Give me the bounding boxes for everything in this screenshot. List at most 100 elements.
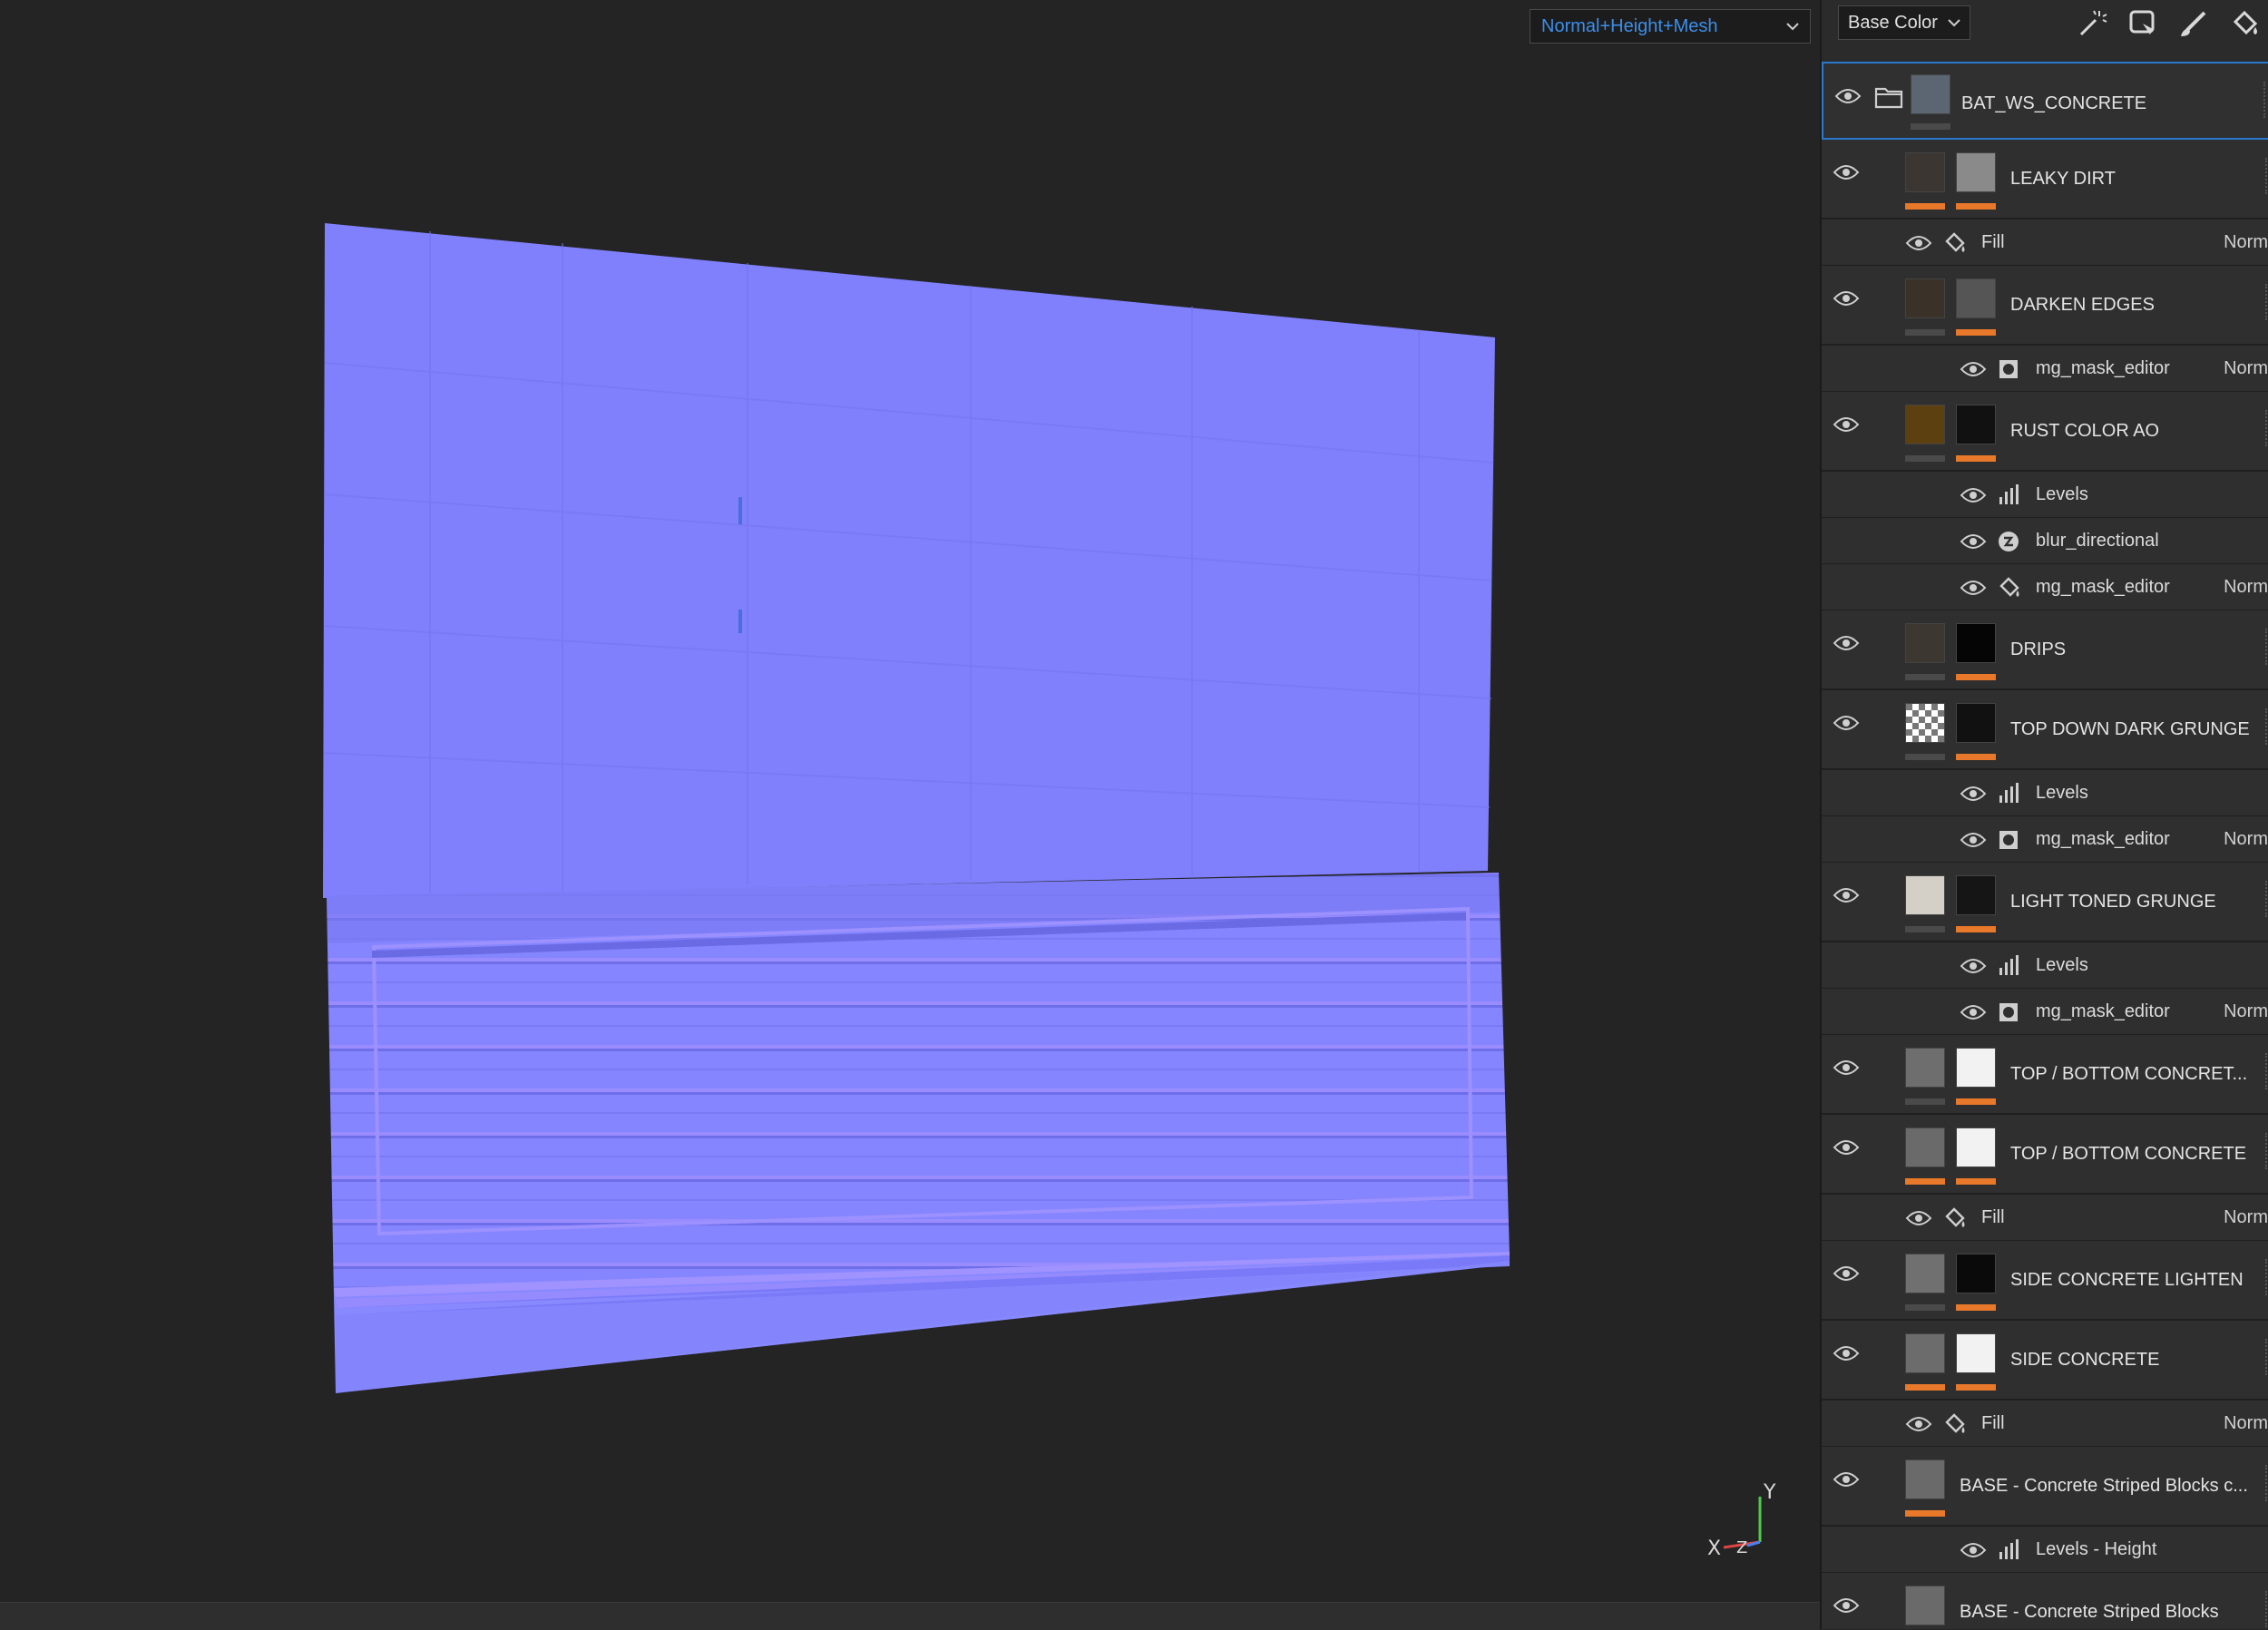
layer-row[interactable]: BASE - Concrete Striped Blocks (1822, 1573, 2268, 1629)
layer-mask-thumbnail[interactable] (1956, 703, 1996, 743)
layer-row[interactable]: TOP / BOTTOM CONCRET... (1822, 1035, 2268, 1115)
layer-color-thumbnail[interactable] (1905, 1127, 1945, 1167)
layer-color-thumbnail[interactable] (1905, 875, 1945, 915)
layer-row[interactable]: BASE - Concrete Striped Blocks c... (1822, 1447, 2268, 1527)
layer-mask-thumbnail[interactable] (1956, 1048, 1996, 1088)
eye-icon[interactable] (1960, 577, 1987, 599)
thumbnail-status-bar (1905, 329, 1945, 336)
thumbnail-status-bar (1905, 1304, 1945, 1311)
eye-icon[interactable] (1833, 1595, 1860, 1616)
eye-icon[interactable] (1833, 414, 1860, 435)
chevron-down-icon (1948, 19, 1960, 27)
effect-label: mg_mask_editor (2036, 829, 2170, 849)
layer-color-thumbnail[interactable] (1905, 623, 1945, 663)
layer-mask-thumbnail[interactable] (1956, 1333, 1996, 1373)
paint-bucket-icon[interactable] (2228, 7, 2261, 40)
effect-row[interactable]: blur_directional (1822, 518, 2268, 564)
layer-row[interactable]: RUST COLOR AO (1822, 392, 2268, 472)
layer-color-thumbnail[interactable] (1905, 1254, 1945, 1293)
eye-icon[interactable] (1833, 161, 1860, 183)
layer-color-thumbnail[interactable] (1905, 703, 1945, 743)
3d-viewport[interactable]: Normal+Height+Mesh Y X Z (0, 0, 1820, 1630)
effect-row[interactable]: Levels (1822, 472, 2268, 518)
blend-mode-label[interactable]: Norm (2224, 1001, 2268, 1022)
eye-icon[interactable] (1905, 1207, 1932, 1229)
effect-row[interactable]: Fill Norm (1822, 1401, 2268, 1447)
layer-row[interactable]: DARKEN EDGES (1822, 266, 2268, 346)
layer-mask-thumbnail[interactable] (1956, 1127, 1996, 1167)
fill-icon (1941, 230, 1967, 256)
effect-row[interactable]: Fill Norm (1822, 220, 2268, 266)
layer-row[interactable]: TOP DOWN DARK GRUNGE (1822, 690, 2268, 770)
eye-icon[interactable] (1833, 632, 1860, 654)
eye-icon[interactable] (1960, 1001, 1987, 1023)
blend-mode-label[interactable]: Norm (2224, 577, 2268, 598)
eye-icon[interactable] (1834, 85, 1862, 107)
layers-panel: Base Color BAT_WS_CONCRETE LEAKY DIRT Fill… (1820, 0, 2268, 1629)
effect-row[interactable]: Levels - Height (1822, 1527, 2268, 1573)
brush-icon[interactable] (2177, 7, 2210, 40)
layer-color-thumbnail[interactable] (1905, 1048, 1945, 1088)
channel-dropdown[interactable]: Base Color (1838, 5, 1970, 40)
eye-icon[interactable] (1960, 1539, 1987, 1561)
eye-icon[interactable] (1833, 1342, 1860, 1364)
blend-mode-label[interactable]: Norm (2224, 1207, 2268, 1228)
eye-icon[interactable] (1833, 1057, 1860, 1079)
effect-row[interactable]: Levels (1822, 942, 2268, 989)
effect-row[interactable]: mg_mask_editor Norm (1822, 346, 2268, 392)
effect-row[interactable]: mg_mask_editor Norm (1822, 564, 2268, 610)
layer-mask-thumbnail[interactable] (1956, 278, 1996, 318)
layer-mask-thumbnail[interactable] (1956, 405, 1996, 444)
eye-icon[interactable] (1833, 712, 1860, 734)
layers-toolbar: Base Color (1822, 0, 2268, 54)
eye-icon[interactable] (1833, 884, 1860, 906)
viewport-status-bar (0, 1602, 1820, 1630)
mask-status-bar (1956, 674, 1996, 680)
drag-handle[interactable] (2263, 82, 2268, 118)
lasso-icon[interactable] (2126, 7, 2159, 40)
blend-mode-label[interactable]: Norm (2224, 358, 2268, 379)
eye-icon[interactable] (1905, 1413, 1932, 1435)
layer-mask-thumbnail[interactable] (1956, 875, 1996, 915)
eye-icon[interactable] (1905, 232, 1932, 254)
layer-row[interactable]: LIGHT TONED GRUNGE (1822, 863, 2268, 942)
layer-mask-thumbnail[interactable] (1956, 152, 1996, 192)
eye-icon[interactable] (1960, 531, 1987, 552)
eye-icon[interactable] (1833, 288, 1860, 309)
layer-color-thumbnail[interactable] (1905, 1459, 1945, 1499)
eye-icon[interactable] (1960, 783, 1987, 805)
blend-mode-label[interactable]: Norm (2224, 232, 2268, 253)
eye-icon[interactable] (1833, 1137, 1860, 1158)
layer-name: BAT_WS_CONCRETE (1961, 93, 2147, 113)
layer-mask-thumbnail[interactable] (1956, 623, 1996, 663)
eye-icon[interactable] (1960, 358, 1987, 380)
layer-color-thumbnail[interactable] (1905, 405, 1945, 444)
eye-icon[interactable] (1960, 829, 1987, 851)
eye-icon[interactable] (1960, 955, 1987, 977)
axis-gizmo: Y X Z (1707, 1481, 1776, 1560)
mask-status-bar (1956, 926, 1996, 932)
effect-row[interactable]: Fill Norm (1822, 1195, 2268, 1241)
layer-color-thumbnail[interactable] (1905, 152, 1945, 192)
wall-mesh-normal-preview[interactable] (0, 0, 1820, 1606)
layer-row[interactable]: BAT_WS_CONCRETE (1822, 62, 2268, 140)
layer-row[interactable]: DRIPS (1822, 610, 2268, 690)
layer-color-thumbnail[interactable] (1905, 1333, 1945, 1373)
layer-row[interactable]: SIDE CONCRETE LIGHTEN (1822, 1241, 2268, 1321)
layer-row[interactable]: TOP / BOTTOM CONCRETE (1822, 1115, 2268, 1195)
layer-color-thumbnail[interactable] (1905, 1586, 1945, 1625)
eye-icon[interactable] (1833, 1469, 1860, 1490)
layer-color-thumbnail[interactable] (1905, 278, 1945, 318)
effect-row[interactable]: mg_mask_editor Norm (1822, 989, 2268, 1035)
layer-mask-thumbnail[interactable] (1956, 1254, 1996, 1293)
blend-mode-label[interactable]: Norm (2224, 829, 2268, 850)
effect-row[interactable]: Levels (1822, 770, 2268, 816)
eye-icon[interactable] (1833, 1263, 1860, 1284)
view-mode-dropdown[interactable]: Normal+Height+Mesh (1530, 9, 1811, 44)
eye-icon[interactable] (1960, 484, 1987, 506)
magic-wand-icon[interactable] (2076, 7, 2108, 40)
blend-mode-label[interactable]: Norm (2224, 1413, 2268, 1434)
layer-row[interactable]: LEAKY DIRT (1822, 140, 2268, 220)
layer-row[interactable]: SIDE CONCRETE (1822, 1321, 2268, 1401)
effect-row[interactable]: mg_mask_editor Norm (1822, 816, 2268, 863)
